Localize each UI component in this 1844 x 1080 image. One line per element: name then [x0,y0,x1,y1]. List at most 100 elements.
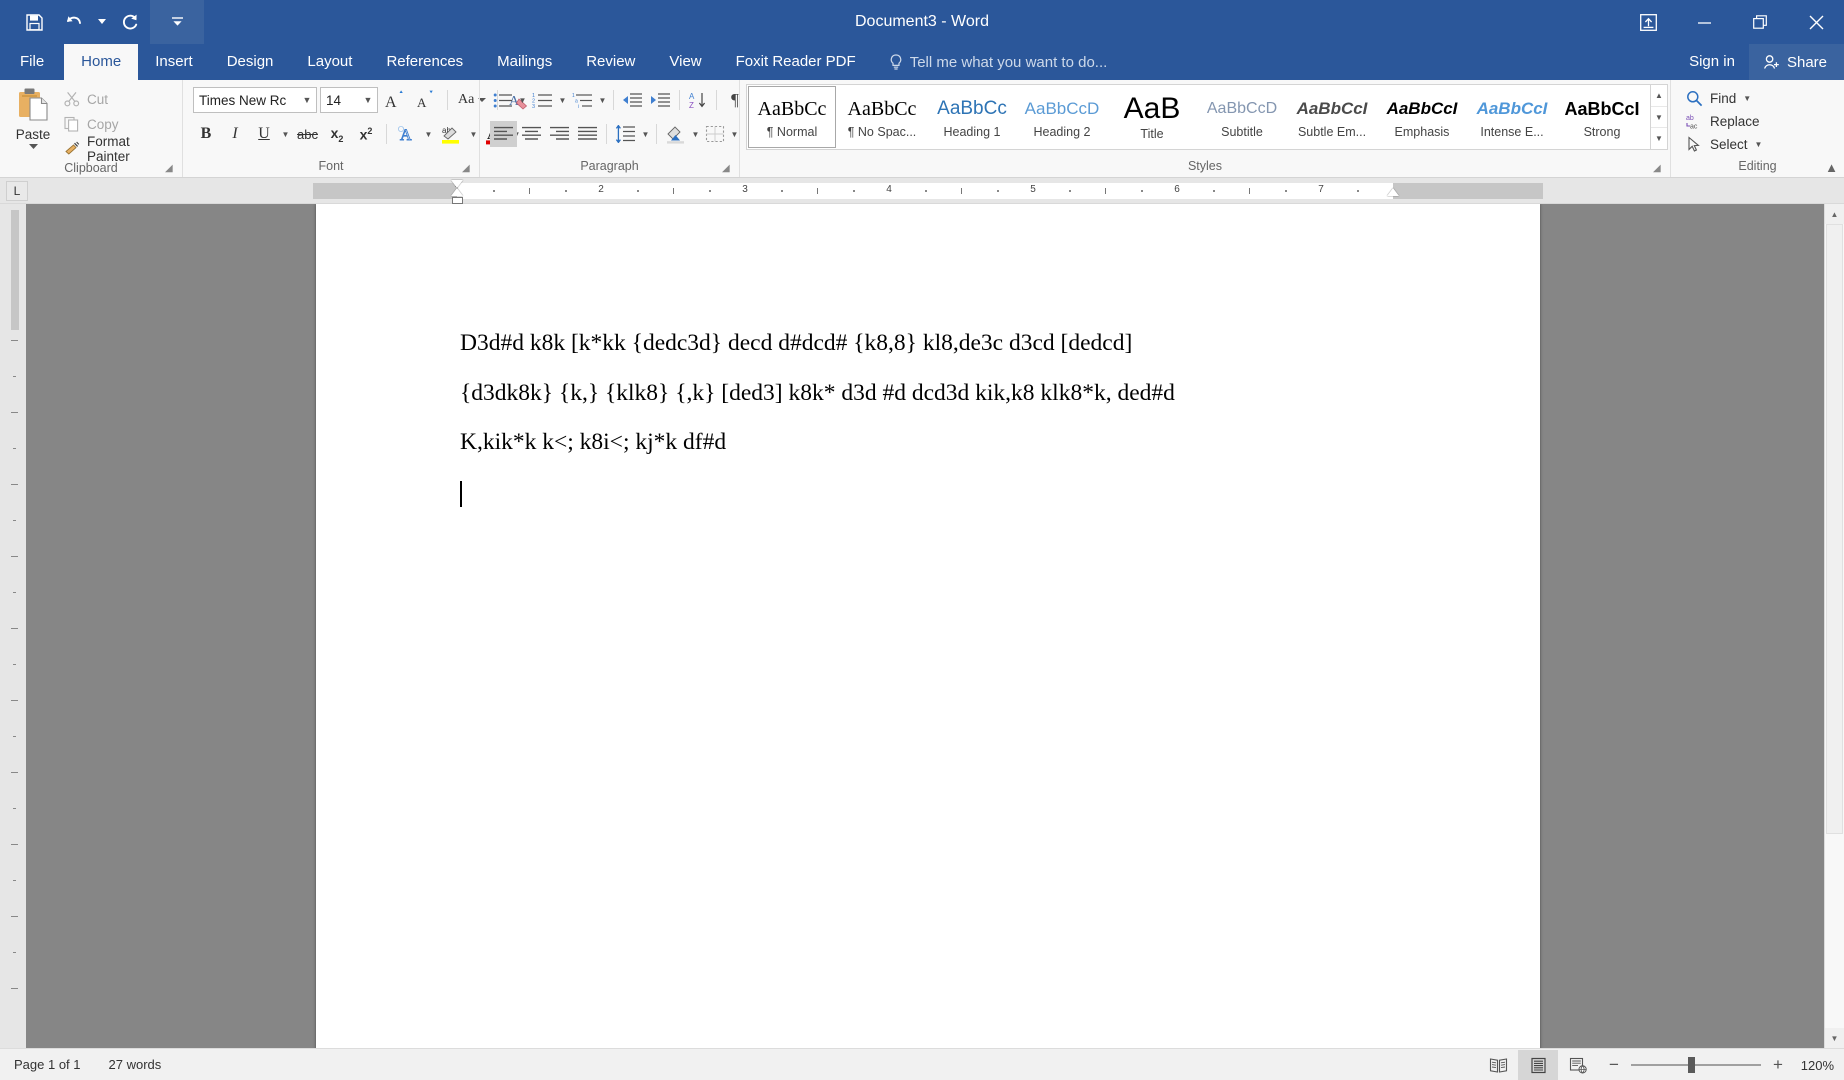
font-size-chevron-down-icon[interactable]: ▼ [361,95,375,105]
tab-design[interactable]: Design [210,44,291,80]
copy-button[interactable]: Copy [60,113,176,135]
paste-button[interactable]: Paste [6,83,60,149]
scroll-down-icon[interactable]: ▼ [1825,1028,1844,1048]
tab-stop-selector[interactable]: L [6,180,28,201]
paragraph-4-empty[interactable] [460,480,1480,508]
font-name-combo[interactable]: Times New Rc ▼ [193,87,317,113]
paste-chevron-down-icon[interactable] [28,144,38,149]
numbering-chevron-down-icon[interactable]: ▼ [557,96,568,105]
first-line-indent-marker[interactable] [451,180,463,188]
subscript-icon[interactable]: x2 [324,121,350,147]
sign-in-button[interactable]: Sign in [1675,44,1749,80]
replace-button[interactable]: ab ac Replace [1681,110,1765,133]
zoom-slider-thumb[interactable] [1688,1057,1695,1073]
strikethrough-icon[interactable]: abc [294,121,321,147]
restore-icon[interactable] [1732,0,1788,44]
document-body[interactable]: D3d#d k8k [k*kk {dedc3d} decd d#dcd# {k8… [460,331,1480,533]
tab-home[interactable]: Home [64,44,139,80]
highlight-chevron-down-icon[interactable]: ▼ [468,130,479,139]
zoom-slider[interactable] [1631,1057,1761,1073]
numbering-icon[interactable]: 123 [529,87,556,113]
close-icon[interactable] [1788,0,1844,44]
styles-scroll-down-icon[interactable]: ▼ [1651,107,1667,129]
customize-quick-access-toolbar[interactable] [150,0,204,44]
select-button[interactable]: Select ▼ [1681,133,1767,156]
italic-icon[interactable]: I [222,121,248,147]
left-indent-marker[interactable] [452,197,463,204]
style-subtle-emphasis[interactable]: AaBbCcI Subtle Em... [1288,86,1376,148]
text-effects-chevron-down-icon[interactable]: ▼ [423,130,434,139]
paragraph-1[interactable]: D3d#d k8k [k*kk {dedc3d} decd d#dcd# {k8… [460,331,1480,356]
clipboard-dialog-launcher[interactable]: ◢ [165,163,177,175]
tab-mailings[interactable]: Mailings [480,44,569,80]
paragraph-dialog-launcher[interactable]: ◢ [722,163,734,175]
sort-az-icon[interactable]: AZ [685,87,711,113]
multilevel-list-icon[interactable]: 1ai [569,87,596,113]
paragraph-3[interactable]: K,kik*k k<; k8i<; kj*k df#d [460,430,1480,455]
text-effects-icon[interactable]: A [394,121,420,147]
vertical-ruler[interactable] [0,204,26,1048]
font-dialog-launcher[interactable]: ◢ [462,163,474,175]
vertical-scroll-track[interactable] [1825,224,1844,1028]
shading-chevron-down-icon[interactable]: ▼ [690,130,701,139]
hanging-indent-marker[interactable] [451,188,463,196]
style-strong[interactable]: AaBbCcI Strong [1558,86,1646,148]
document-canvas[interactable]: D3d#d k8k [k*kk {dedc3d} decd d#dcd# {k8… [26,204,1844,1048]
tab-references[interactable]: References [369,44,480,80]
style-title[interactable]: AaB Title [1108,86,1196,148]
page-indicator[interactable]: Page 1 of 1 [0,1057,95,1072]
font-size-combo[interactable]: 14 ▼ [320,87,378,113]
line-spacing-icon[interactable] [612,121,639,147]
collapse-ribbon-chevron-up-icon[interactable]: ▲ [1825,160,1838,175]
ribbon-display-options-icon[interactable] [1620,0,1676,44]
increase-indent-icon[interactable] [647,87,674,113]
decrease-indent-icon[interactable] [619,87,646,113]
style-heading-1[interactable]: AaBbCc Heading 1 [928,86,1016,148]
tab-foxit-reader-pdf[interactable]: Foxit Reader PDF [719,44,873,80]
style-subtitle[interactable]: AaBbCcD Subtitle [1198,86,1286,148]
paragraph-2[interactable]: {d3dk8k} {k,} {klk8} {,k} [ded3] k8k* d3… [460,381,1480,406]
shrink-font-icon[interactable]: A [412,87,440,113]
style-emphasis[interactable]: AaBbCcI Emphasis [1378,86,1466,148]
document-page[interactable]: D3d#d k8k [k*kk {dedc3d} decd d#dcd# {k8… [316,204,1540,1048]
grow-font-icon[interactable]: A [381,87,409,113]
zoom-percentage[interactable]: 120% [1798,1058,1844,1073]
underline-icon[interactable]: U [251,121,277,147]
right-indent-marker[interactable] [1387,188,1399,196]
style-intense-emphasis[interactable]: AaBbCcI Intense E... [1468,86,1556,148]
save-icon[interactable] [14,4,54,40]
zoom-in-button[interactable]: + [1770,1055,1786,1075]
zoom-out-button[interactable]: − [1606,1055,1622,1075]
style-no-spacing[interactable]: AaBbCc ¶ No Spac... [838,86,926,148]
multilevel-list-chevron-down-icon[interactable]: ▼ [597,96,608,105]
undo-icon[interactable] [54,4,94,40]
undo-dropdown-chevron-down-icon[interactable] [94,4,110,40]
font-name-chevron-down-icon[interactable]: ▼ [300,95,314,105]
shading-icon[interactable] [662,121,689,147]
align-right-icon[interactable] [546,121,573,147]
format-painter-button[interactable]: Format Painter [60,134,176,164]
scroll-up-icon[interactable]: ▲ [1825,204,1844,224]
redo-icon[interactable] [110,4,150,40]
minimize-icon[interactable] [1676,0,1732,44]
find-chevron-down-icon[interactable]: ▼ [1743,94,1751,103]
superscript-icon[interactable]: x2 [353,121,379,147]
vertical-scroll-thumb[interactable] [1826,224,1843,834]
underline-chevron-down-icon[interactable]: ▼ [280,130,291,139]
read-mode-icon[interactable] [1478,1050,1518,1080]
tab-file[interactable]: File [0,44,65,80]
style-heading-2[interactable]: AaBbCcD Heading 2 [1018,86,1106,148]
styles-scroll-up-icon[interactable]: ▲ [1651,85,1667,107]
print-layout-icon[interactable] [1518,1050,1558,1080]
bullets-icon[interactable] [490,87,516,113]
share-button[interactable]: Share [1748,44,1844,80]
justify-icon[interactable] [574,121,601,147]
tab-layout[interactable]: Layout [290,44,369,80]
style-normal[interactable]: AaBbCc ¶ Normal [748,86,836,148]
bullets-chevron-down-icon[interactable]: ▼ [517,96,528,105]
styles-more-icon[interactable]: ▼ [1651,128,1667,149]
web-layout-icon[interactable] [1558,1050,1598,1080]
align-left-icon[interactable] [490,121,517,147]
highlight-icon[interactable]: ab [437,121,465,147]
bold-icon[interactable]: B [193,121,219,147]
